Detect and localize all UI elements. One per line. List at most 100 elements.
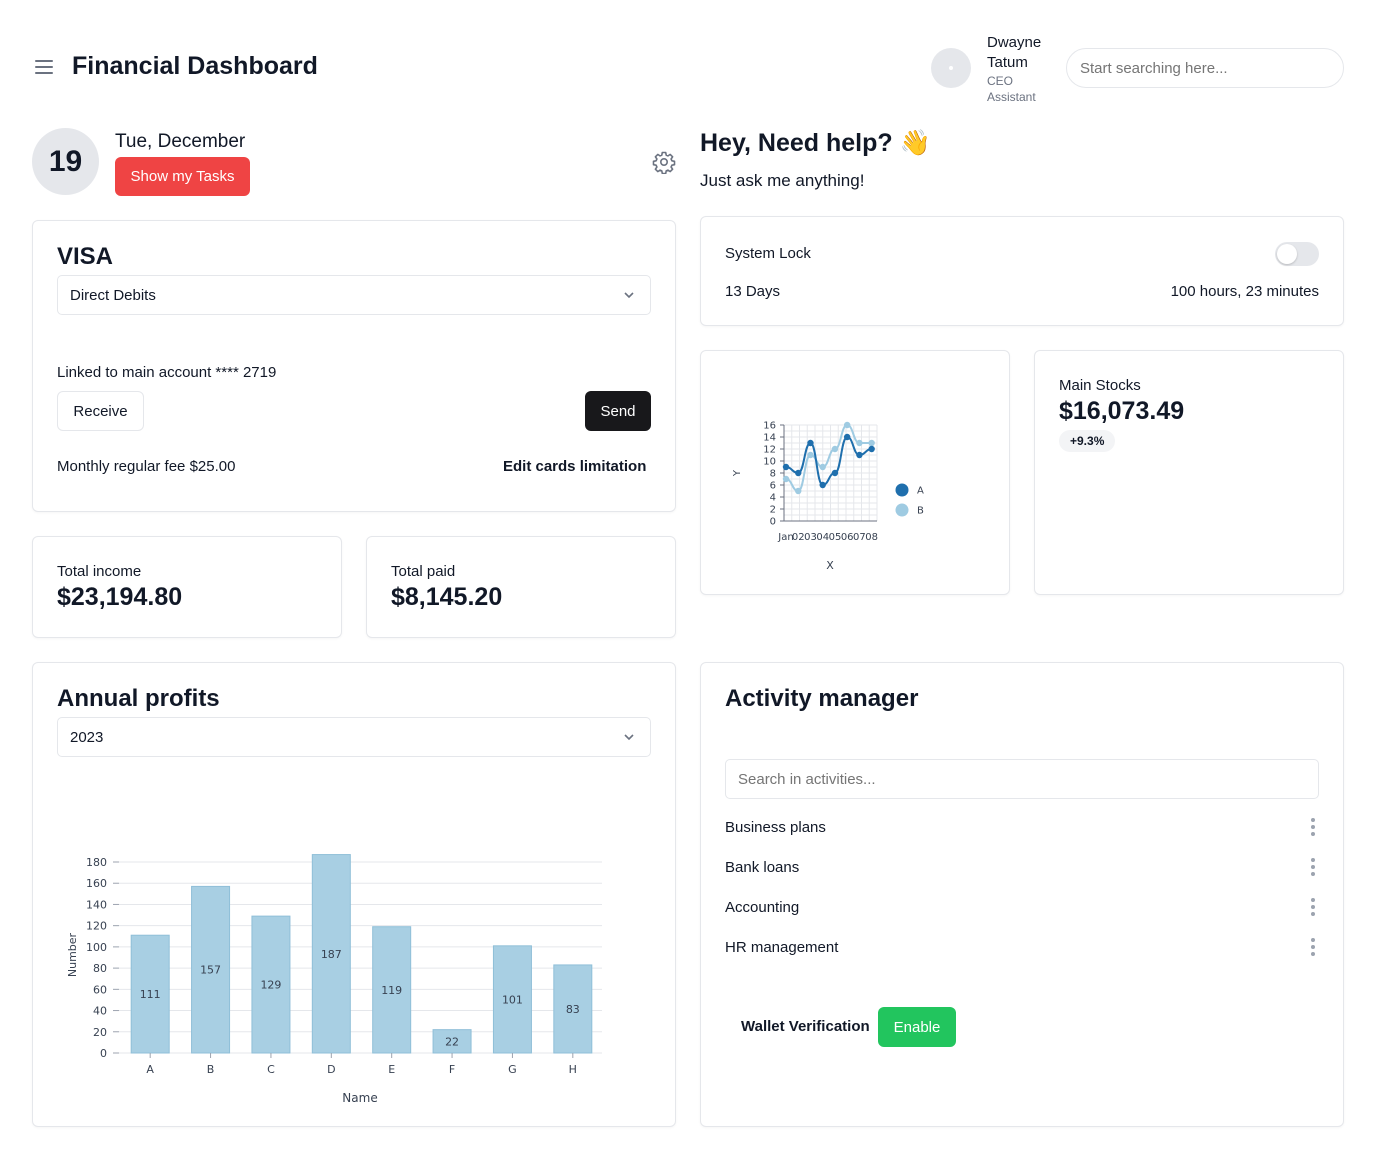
- more-vertical-icon[interactable]: [1307, 938, 1319, 956]
- x-tick-label: 08: [865, 532, 878, 543]
- income-value: $23,194.80: [57, 583, 183, 611]
- more-vertical-icon[interactable]: [1307, 858, 1319, 876]
- data-point: [782, 475, 790, 483]
- activity-item[interactable]: Accounting: [725, 887, 1319, 927]
- data-label: 157: [200, 964, 221, 977]
- send-button[interactable]: Send: [585, 391, 651, 431]
- activity-search-input[interactable]: [725, 759, 1319, 799]
- global-search-input[interactable]: [1066, 48, 1344, 88]
- help-title: Hey, Need help? 👋: [700, 129, 931, 157]
- activity-title: Activity manager: [725, 685, 919, 712]
- y-tick-label: 140: [86, 898, 107, 911]
- data-point: [868, 445, 875, 453]
- show-tasks-button[interactable]: Show my Tasks: [115, 157, 250, 196]
- activity-item[interactable]: Business plans: [725, 807, 1319, 847]
- data-point: [819, 481, 826, 489]
- user-role-1: CEO: [987, 74, 1014, 88]
- y-tick-label: 10: [763, 457, 776, 468]
- data-label: 111: [140, 988, 161, 1001]
- receive-button[interactable]: Receive: [57, 391, 144, 431]
- y-tick-label: 6: [770, 481, 776, 492]
- x-tick-label: G: [508, 1063, 517, 1076]
- visa-select[interactable]: Direct Debits: [57, 275, 651, 315]
- data-point: [856, 451, 863, 459]
- user-role-2: Assistant: [987, 90, 1036, 104]
- paid-card: Total paid $8,145.20: [366, 536, 676, 638]
- help-subtitle: Just ask me anything!: [700, 171, 865, 190]
- data-point: [807, 439, 814, 447]
- x-tick-label: H: [569, 1063, 577, 1076]
- data-point: [795, 469, 802, 477]
- legend-label: B: [917, 506, 924, 517]
- annual-profits-card: Annual profits 2023 0 20 40 60 80 100 120 140 16…: [32, 662, 676, 1127]
- stocks-value: $16,073.49: [1059, 397, 1185, 425]
- income-card: Total income $23,194.80: [32, 536, 342, 638]
- x-tick-label: A: [146, 1063, 154, 1076]
- stocks-change-badge: +9.3%: [1059, 430, 1116, 452]
- x-tick-label: E: [388, 1063, 395, 1076]
- data-point: [831, 445, 839, 453]
- enable-button[interactable]: Enable: [878, 1007, 956, 1047]
- bar-chart: 0 20 40 60 80 100 120 140 160 180 111 A 157 B 129 C 187 D…: [66, 854, 602, 1105]
- more-vertical-icon[interactable]: [1307, 898, 1319, 916]
- x-tick-label: 07: [853, 532, 866, 543]
- y-tick-label: 100: [86, 941, 107, 954]
- line-chart-card: 0 2 4 6 8 10 12 14 16 Jan 02 03 04 05 06 07 08 Y X A B: [700, 350, 1010, 595]
- data-label: 129: [260, 979, 281, 992]
- wallet-verification-label: Wallet Verification: [741, 1018, 870, 1035]
- date-label: Tue, December: [115, 131, 246, 152]
- paid-label: Total paid: [391, 563, 456, 580]
- data-label: 187: [321, 948, 342, 961]
- x-tick-label: 02: [792, 532, 805, 543]
- y-tick-label: 40: [93, 1005, 107, 1018]
- y-tick-label: 120: [86, 920, 107, 933]
- x-tick-label: 03: [804, 532, 817, 543]
- y-tick-label: 160: [86, 877, 107, 890]
- linked-account: Linked to main account **** 2719: [57, 364, 277, 381]
- y-tick-label: 80: [93, 962, 107, 975]
- activity-card: Activity manager Business plans Bank loa…: [700, 662, 1344, 1127]
- more-vertical-icon[interactable]: [1307, 818, 1319, 836]
- data-label: 22: [445, 1035, 459, 1048]
- y-tick-label: 2: [770, 505, 776, 516]
- y-axis-label: Number: [66, 932, 79, 977]
- y-tick-label: 14: [763, 433, 776, 444]
- y-tick-label: 0: [770, 517, 776, 528]
- x-tick-label: B: [207, 1063, 215, 1076]
- activity-item[interactable]: HR management: [725, 927, 1319, 967]
- x-tick-label: C: [267, 1063, 275, 1076]
- y-axis-label: Y: [732, 469, 743, 477]
- x-tick-label: F: [449, 1063, 455, 1076]
- edit-limit-link[interactable]: Edit cards limitation: [503, 458, 646, 475]
- activity-item-label: HR management: [725, 938, 839, 956]
- paid-value: $8,145.20: [391, 583, 503, 611]
- visa-select-value: Direct Debits: [70, 286, 156, 304]
- stocks-label: Main Stocks: [1059, 377, 1141, 394]
- system-lock-card: System Lock 13 Days 100 hours, 23 minute…: [700, 216, 1344, 326]
- activity-item[interactable]: Bank loans: [725, 847, 1319, 887]
- system-lock-toggle[interactable]: [1275, 242, 1319, 266]
- settings-icon[interactable]: [652, 150, 676, 175]
- legend-swatch: [895, 503, 909, 517]
- data-point: [795, 487, 802, 495]
- data-point: [807, 451, 814, 459]
- income-label: Total income: [57, 563, 142, 580]
- data-point: [843, 433, 851, 441]
- x-axis-label: X: [826, 559, 834, 572]
- chevron-down-icon: [624, 292, 634, 299]
- data-point: [868, 439, 875, 447]
- avatar[interactable]: [931, 48, 971, 88]
- day-number: 19: [48, 144, 83, 178]
- y-tick-label: 20: [93, 1026, 107, 1039]
- data-label: 119: [381, 984, 402, 997]
- user-first-name: Dwayne: [987, 34, 1042, 51]
- lock-days: 13 Days: [725, 283, 781, 300]
- x-tick-label: 06: [841, 532, 854, 543]
- data-point: [831, 469, 839, 477]
- y-tick-label: 0: [100, 1047, 107, 1060]
- data-label: 101: [502, 993, 523, 1006]
- menu-icon[interactable]: [34, 58, 54, 76]
- monthly-fee: Monthly regular fee $25.00: [57, 458, 236, 475]
- y-tick-label: 4: [770, 493, 776, 504]
- x-tick-label: 05: [829, 532, 842, 543]
